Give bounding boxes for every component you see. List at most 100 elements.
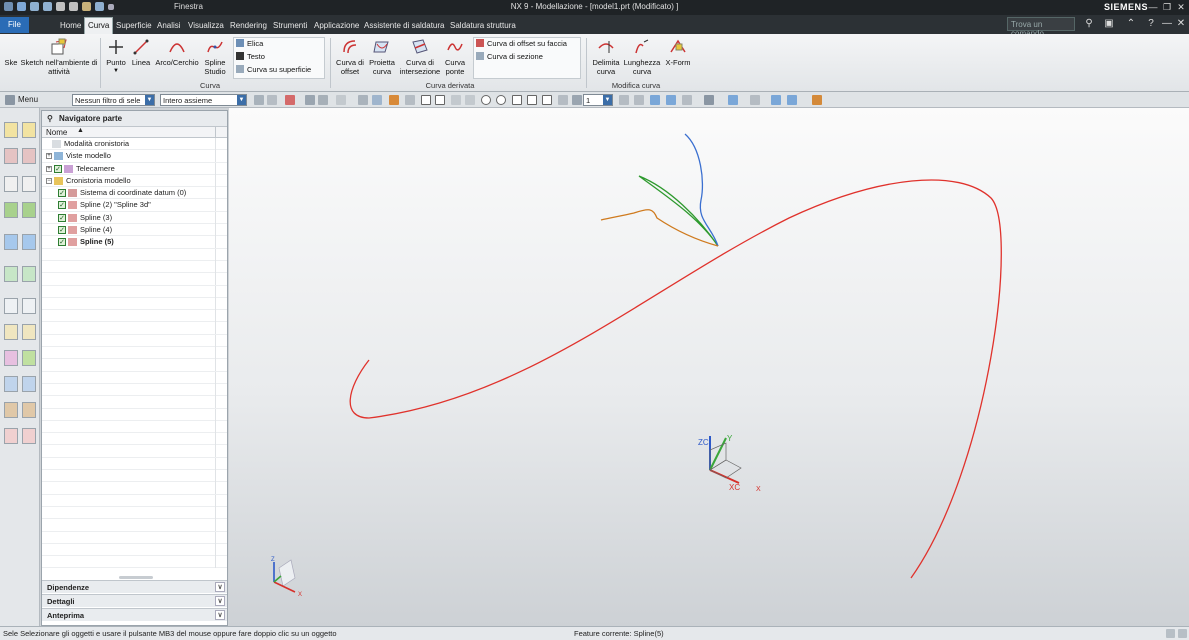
- delimita-curva-button[interactable]: Delimita curva: [590, 38, 622, 76]
- datum-csys[interactable]: ZC Y XC X: [698, 434, 761, 493]
- shading-icon[interactable]: [704, 95, 714, 105]
- undo-icon[interactable]: [30, 2, 39, 11]
- tab-curva[interactable]: Curva: [84, 17, 114, 34]
- visibility-checkbox[interactable]: ✓: [54, 164, 62, 173]
- curva-intersezione-button[interactable]: Curva di intersezione: [398, 38, 442, 76]
- curva-offset-button[interactable]: Curva di offset: [334, 38, 366, 76]
- menu-button[interactable]: Menu: [18, 95, 38, 104]
- type-filter-select[interactable]: Nessun filtro di sele ▼: [72, 94, 155, 106]
- sketch-button[interactable]: Ske: [3, 58, 19, 67]
- work-layer-select[interactable]: 1 ▼: [583, 94, 613, 106]
- punto-button[interactable]: Punto ▼: [103, 38, 129, 76]
- help-icon[interactable]: ?: [1144, 17, 1158, 31]
- tab-saldatura-struttura[interactable]: Saldatura struttura: [447, 18, 519, 33]
- nx-logo-icon[interactable]: [4, 2, 13, 11]
- deselect-icon[interactable]: [267, 95, 277, 105]
- hd3d-tools-icon[interactable]: [4, 202, 18, 218]
- copy-icon[interactable]: [69, 2, 78, 11]
- tab-visualizza[interactable]: Visualizza: [185, 18, 227, 33]
- visibility-checkbox[interactable]: ✓: [58, 213, 66, 222]
- point-on-face-snap-icon[interactable]: [542, 95, 552, 105]
- reuse-library-icon[interactable]: [4, 176, 18, 192]
- clock-icon[interactable]: [4, 298, 18, 314]
- close-icon[interactable]: ✕: [1174, 17, 1188, 31]
- redo-icon[interactable]: [43, 2, 52, 11]
- paste-icon[interactable]: [82, 2, 91, 11]
- lunghezza-curva-button[interactable]: Lunghezza curva: [622, 38, 662, 76]
- chevron-down-icon[interactable]: ∨: [215, 610, 225, 620]
- model-canvas[interactable]: ZC Y XC X Z X: [229, 108, 1189, 626]
- tree-row[interactable]: + Viste modello: [42, 150, 227, 163]
- process-studio-alt-icon[interactable]: [22, 324, 36, 340]
- orient-view-icon[interactable]: [728, 95, 738, 105]
- toolbar-more-icon[interactable]: [812, 95, 822, 105]
- tab-file[interactable]: File: [0, 17, 29, 33]
- web-browser-icon[interactable]: [4, 234, 18, 250]
- move-icon[interactable]: [389, 95, 399, 105]
- command-search-input[interactable]: Trova un comando: [1007, 17, 1075, 38]
- tab-assistente-saldatura[interactable]: Assistente di saldatura: [361, 18, 448, 33]
- rectangle-select-icon[interactable]: [336, 95, 346, 105]
- proietta-curva-button[interactable]: Proietta curva: [367, 38, 397, 76]
- repeat-command-icon[interactable]: [95, 2, 104, 11]
- system-scenes-icon[interactable]: [4, 402, 18, 418]
- roles-alt-icon[interactable]: [22, 376, 36, 392]
- linea-button[interactable]: Linea: [129, 38, 153, 67]
- sketch-env-button[interactable]: Sketch nell'ambiente di attività: [20, 38, 98, 76]
- curve-snap-icon[interactable]: [451, 95, 461, 105]
- visibility-checkbox[interactable]: ✓: [58, 238, 66, 247]
- spline-red-curve[interactable]: [349, 179, 1002, 579]
- point-on-curve-snap-icon[interactable]: [527, 95, 537, 105]
- arco-cerchio-button[interactable]: Arco/Cerchio: [153, 38, 201, 67]
- clock-alt-icon[interactable]: [22, 298, 36, 314]
- layer-filter-icon[interactable]: [572, 95, 582, 105]
- tree-row[interactable]: ✓ Spline (3): [42, 211, 227, 225]
- tab-applicazione[interactable]: Applicazione: [311, 18, 362, 33]
- visibility-checkbox[interactable]: ✓: [58, 226, 66, 235]
- panel-dettagli[interactable]: Dettagli ∨: [42, 594, 227, 607]
- roles-icon[interactable]: [4, 376, 18, 392]
- minimize-icon[interactable]: —: [1146, 1, 1160, 13]
- view-icon[interactable]: [358, 95, 368, 105]
- elica-button[interactable]: Elica: [236, 39, 263, 48]
- general-selection-icon[interactable]: [285, 95, 295, 105]
- expand-icon[interactable]: +: [46, 153, 52, 160]
- intersection-snap-icon[interactable]: [465, 95, 475, 105]
- zoom-icon[interactable]: [405, 95, 415, 105]
- history-alt-icon[interactable]: [22, 266, 36, 282]
- panel-dipendenze[interactable]: Dipendenze ∨: [42, 580, 227, 593]
- constraint-navigator-icon[interactable]: [22, 122, 36, 138]
- palette-icon[interactable]: [4, 350, 18, 366]
- curva-su-superficie-button[interactable]: Curva su superficie: [236, 65, 311, 74]
- quadrant-snap-icon[interactable]: [496, 95, 506, 105]
- clip-section-icon[interactable]: [771, 95, 781, 105]
- search-icon[interactable]: ⚲: [1082, 17, 1096, 31]
- tree-row[interactable]: Modalità cronistoria: [42, 138, 227, 151]
- palette-alt-icon[interactable]: [22, 350, 36, 366]
- process-studio-icon[interactable]: [4, 324, 18, 340]
- curva-offset-faccia-button[interactable]: Curva di offset su faccia: [476, 39, 567, 48]
- snap-end-icon[interactable]: [318, 95, 328, 105]
- expand-icon[interactable]: +: [46, 165, 52, 172]
- dropdown-arrow-icon[interactable]: [108, 3, 114, 10]
- minimize-icon[interactable]: —: [1160, 17, 1174, 31]
- midpoint-snap-icon[interactable]: [435, 95, 445, 105]
- edit-section-icon[interactable]: [750, 95, 760, 105]
- tree-row[interactable]: + ✓ Telecamere: [42, 162, 227, 175]
- fit-icon[interactable]: [619, 95, 629, 105]
- collapse-ribbon-icon[interactable]: ⌃: [1124, 17, 1138, 31]
- testo-button[interactable]: Testo: [236, 52, 265, 61]
- existing-point-snap-icon[interactable]: [512, 95, 522, 105]
- line-snap-icon[interactable]: [421, 95, 431, 105]
- zoom-window-icon[interactable]: [634, 95, 644, 105]
- visibility-checkbox[interactable]: ✓: [58, 189, 66, 198]
- spline-studio-button[interactable]: Spline Studio: [201, 38, 229, 76]
- tab-rendering[interactable]: Rendering: [227, 18, 270, 33]
- panel-anteprima[interactable]: Anteprima ∨: [42, 608, 227, 621]
- fullscreen-icon[interactable]: ▣: [1102, 17, 1116, 31]
- tree-row[interactable]: ✓ Spline (4): [42, 224, 227, 237]
- column-header-nome[interactable]: Nome ▲: [42, 127, 227, 138]
- splitter-handle[interactable]: [119, 576, 153, 579]
- restore-icon[interactable]: ❐: [1160, 1, 1174, 13]
- close-icon[interactable]: ✕: [1174, 1, 1188, 13]
